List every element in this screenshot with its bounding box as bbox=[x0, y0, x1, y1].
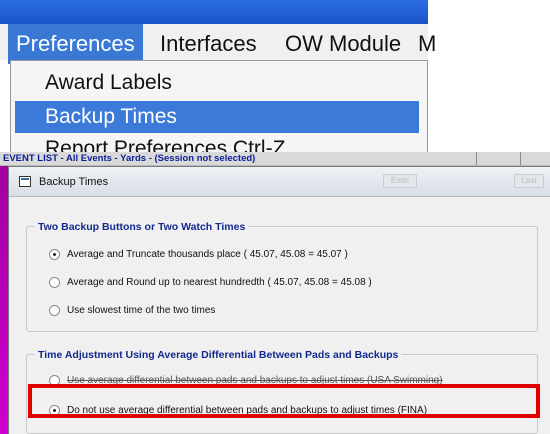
ghost-button-last: Last bbox=[514, 174, 544, 188]
background-window-edge bbox=[0, 166, 8, 434]
menuitem-award-labels[interactable]: Award Labels bbox=[15, 67, 419, 99]
preferences-dropdown: Award Labels Backup Times Report Prefere… bbox=[10, 60, 428, 158]
option-label: Average and Truncate thousands place ( 4… bbox=[67, 249, 348, 260]
divider bbox=[520, 152, 521, 165]
option-label: Use slowest time of the two times bbox=[67, 305, 216, 316]
dialog-titlebar: Backup Times Ends Last bbox=[9, 167, 550, 197]
ghost-button-label: Last bbox=[521, 176, 537, 185]
group-legend: Two Backup Buttons or Two Watch Times bbox=[35, 220, 249, 234]
menu-preferences[interactable]: Preferences bbox=[8, 24, 143, 64]
menu-truncated[interactable]: M bbox=[410, 24, 444, 64]
menu-bar: Preferences Interfaces OW Module M bbox=[0, 0, 436, 64]
window-icon bbox=[19, 176, 31, 187]
background-window-title: EVENT LIST - All Events - Yards - (Sessi… bbox=[3, 153, 256, 164]
window-title-strip bbox=[0, 0, 428, 24]
group-backup-buttons: Two Backup Buttons or Two Watch Times Av… bbox=[26, 220, 538, 332]
menu-interfaces[interactable]: Interfaces bbox=[152, 24, 265, 64]
menu-ow-module[interactable]: OW Module bbox=[277, 24, 409, 64]
divider bbox=[476, 152, 477, 165]
option-label: Average and Round up to nearest hundredt… bbox=[67, 277, 372, 288]
radio-button[interactable] bbox=[49, 249, 60, 260]
radio-button[interactable] bbox=[49, 305, 60, 316]
radio-button[interactable] bbox=[49, 277, 60, 288]
ghost-button-label: Ends bbox=[390, 176, 410, 185]
callout-highlight-box bbox=[28, 384, 540, 418]
menuitem-backup-times[interactable]: Backup Times bbox=[15, 101, 419, 133]
dialog-title: Backup Times bbox=[39, 176, 109, 188]
background-window-titlebar: EVENT LIST - All Events - Yards - (Sessi… bbox=[0, 152, 550, 166]
group-legend: Time Adjustment Using Average Differenti… bbox=[35, 348, 402, 362]
ghost-button-ends: Ends bbox=[383, 174, 417, 188]
